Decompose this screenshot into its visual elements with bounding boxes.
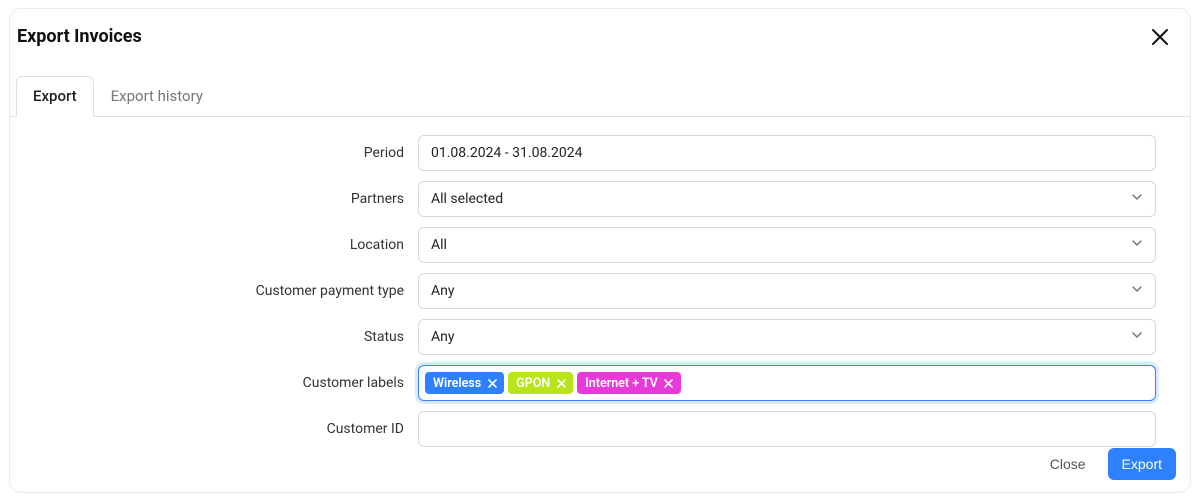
tag-remove-icon[interactable] bbox=[486, 377, 498, 389]
tabs: Export Export history bbox=[10, 75, 1190, 117]
close-icon[interactable] bbox=[1148, 25, 1172, 49]
period-input[interactable]: 01.08.2024 - 31.08.2024 bbox=[418, 135, 1156, 171]
label-period: Period bbox=[30, 145, 418, 161]
tab-history[interactable]: Export history bbox=[94, 76, 220, 117]
status-value: Any bbox=[431, 329, 455, 345]
tag-label: GPON bbox=[516, 376, 550, 391]
label-customer-labels: Customer labels bbox=[30, 375, 418, 391]
modal-header: Export Invoices bbox=[10, 9, 1190, 49]
chevron-down-icon bbox=[1131, 329, 1143, 345]
label-payment-type: Customer payment type bbox=[30, 283, 418, 299]
tag-remove-icon[interactable] bbox=[555, 377, 567, 389]
payment-type-value: Any bbox=[431, 283, 455, 299]
tag-label: Wireless bbox=[433, 376, 481, 391]
label-partners: Partners bbox=[30, 191, 418, 207]
label-location: Location bbox=[30, 237, 418, 253]
row-location: Location All bbox=[30, 227, 1170, 263]
location-select[interactable]: All bbox=[418, 227, 1156, 263]
chevron-down-icon bbox=[1131, 191, 1143, 207]
modal-footer: Close Export bbox=[10, 436, 1190, 492]
payment-type-select[interactable]: Any bbox=[418, 273, 1156, 309]
label-status: Status bbox=[30, 329, 418, 345]
tag-remove-icon[interactable] bbox=[663, 377, 675, 389]
period-value: 01.08.2024 - 31.08.2024 bbox=[431, 145, 582, 161]
row-labels: Customer labels Wireless GPON Internet + T… bbox=[30, 365, 1170, 401]
export-invoices-modal: Export Invoices Export Export history Pe… bbox=[9, 8, 1191, 493]
export-button[interactable]: Export bbox=[1108, 448, 1176, 480]
row-status: Status Any bbox=[30, 319, 1170, 355]
status-select[interactable]: Any bbox=[418, 319, 1156, 355]
tab-export[interactable]: Export bbox=[16, 76, 94, 117]
chevron-down-icon bbox=[1131, 283, 1143, 299]
modal-title: Export Invoices bbox=[17, 26, 142, 47]
partners-value: All selected bbox=[431, 191, 503, 207]
customer-labels-input[interactable]: Wireless GPON Internet + TV bbox=[418, 365, 1156, 401]
location-value: All bbox=[431, 237, 447, 253]
tag: Wireless bbox=[425, 372, 504, 394]
close-button[interactable]: Close bbox=[1036, 448, 1100, 480]
chevron-down-icon bbox=[1131, 237, 1143, 253]
tag: GPON bbox=[508, 372, 573, 394]
tag-label: Internet + TV bbox=[585, 376, 658, 391]
label-customer-id: Customer ID bbox=[30, 421, 418, 437]
tag: Internet + TV bbox=[577, 372, 681, 394]
row-partners: Partners All selected bbox=[30, 181, 1170, 217]
export-form: Period 01.08.2024 - 31.08.2024 Partners … bbox=[10, 117, 1190, 447]
row-payment-type: Customer payment type Any bbox=[30, 273, 1170, 309]
row-period: Period 01.08.2024 - 31.08.2024 bbox=[30, 135, 1170, 171]
partners-select[interactable]: All selected bbox=[418, 181, 1156, 217]
